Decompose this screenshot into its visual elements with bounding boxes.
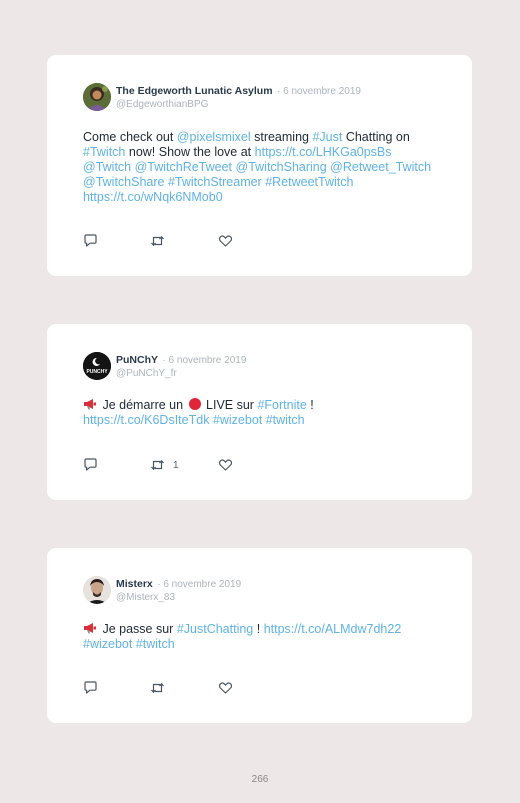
like-button[interactable] [218,681,233,695]
text-segment: now! Show the love at [125,145,255,159]
text-segment: LIVE sur [202,398,258,412]
retweet-count: 1 [173,459,179,471]
tweet-date[interactable]: · 6 novembre 2019 [162,355,246,366]
text-segment: Je démarre un [99,398,187,412]
punchy-logo-text: PUNCHY [86,369,108,375]
heart-icon [218,458,233,472]
text-segment: ! [253,622,264,636]
misterx-avatar [83,576,111,604]
reply-icon [83,458,98,472]
reply-button[interactable] [83,681,98,695]
tweet-header: The Edgeworth Lunatic Asylum · 6 novembr… [83,83,361,111]
tweet-actions: 1 [83,458,283,472]
text-segment: Chatting on [342,130,410,144]
reply-button[interactable] [83,234,98,248]
author-handle[interactable]: @EdgeworthianBPG [116,98,361,111]
like-button[interactable] [218,458,233,472]
tweet-actions [83,681,283,695]
tweet-date[interactable]: · 6 novembre 2019 [157,579,241,590]
reply-icon [83,234,98,248]
punchy-logo-avatar: PUNCHY [83,352,111,380]
hashtag-link[interactable]: #Fortnite [257,398,306,412]
text-segment: streaming [250,130,313,144]
hashtag-link[interactable]: #Twitch [83,145,125,159]
like-button[interactable] [218,234,233,248]
retweet-icon [150,458,165,472]
megaphone-emoji [83,622,97,634]
mention-link[interactable]: @pixelsmixel [177,130,251,144]
lunatic-asylum-avatar [83,83,111,111]
url-and-hashtags[interactable]: https://t.co/K6DsIteTdk #wizebot #twitch [83,413,305,427]
megaphone-emoji [83,398,97,410]
retweet-button[interactable]: 1 [150,458,179,472]
hashtag-link[interactable]: #JustChatting [177,622,253,636]
author-name[interactable]: PuNChY [116,354,158,366]
tweet-date[interactable]: · 6 novembre 2019 [277,86,361,97]
retweet-icon [150,234,165,248]
hashtag-link[interactable]: #Just [312,130,342,144]
author-handle[interactable]: @Misterx_83 [116,591,241,604]
hashtags[interactable]: #wizebot #twitch [83,637,175,651]
heart-icon [218,234,233,248]
text-segment: Come check out [83,130,177,144]
tweet-text: Je passe sur #JustChatting ! https://t.c… [83,622,443,652]
tweet-header: Misterx · 6 novembre 2019 @Misterx_83 [83,576,241,604]
reply-icon [83,681,98,695]
retweet-button[interactable] [150,234,173,248]
tweet-text: Je démarre un LIVE sur #Fortnite ! https:… [83,398,443,428]
author-name[interactable]: Misterx [116,578,153,590]
tweet-text: Come check out @pixelsmixel streaming #J… [83,130,443,205]
red-circle-emoji [188,398,201,410]
reply-button[interactable] [83,458,98,472]
url-link[interactable]: https://t.co/LHKGa0psBs [255,145,392,159]
text-segment: ! [306,398,314,412]
tweet-actions [83,234,283,248]
author-handle[interactable]: @PuNChY_fr [116,367,246,380]
tweet-card: Misterx · 6 novembre 2019 @Misterx_83 Je… [47,548,472,723]
tweet-header: PUNCHY PuNChY · 6 novembre 2019 @PuNChY_… [83,352,246,380]
page-number: 266 [251,774,269,785]
mentions-and-hashtags[interactable]: @Twitch @TwitchReTweet @TwitchSharing @R… [83,160,431,204]
author-name[interactable]: The Edgeworth Lunatic Asylum [116,85,273,97]
tweet-card: PUNCHY PuNChY · 6 novembre 2019 @PuNChY_… [47,324,472,500]
text-segment: Je passe sur [99,622,177,636]
retweet-button[interactable] [150,681,173,695]
heart-icon [218,681,233,695]
retweet-icon [150,681,165,695]
url-link[interactable]: https://t.co/ALMdw7dh22 [264,622,402,636]
tweet-card: The Edgeworth Lunatic Asylum · 6 novembr… [47,55,472,276]
